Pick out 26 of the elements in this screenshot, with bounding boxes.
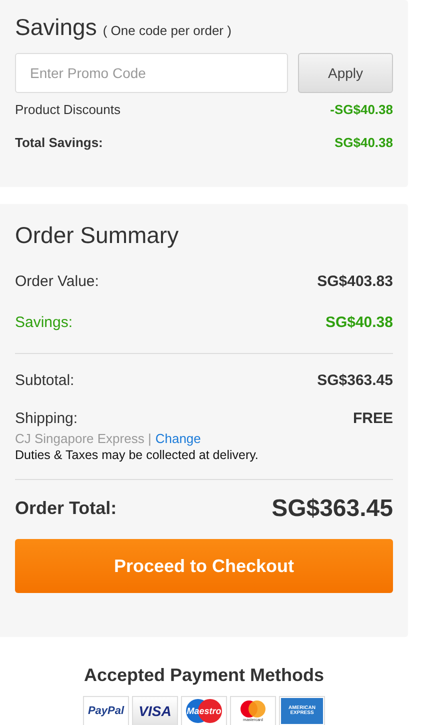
shipping-carrier: CJ Singapore Express |	[15, 431, 152, 446]
promo-code-field[interactable]: Enter Promo Code	[15, 53, 288, 93]
savings-amount: SG$40.38	[334, 135, 393, 150]
order-total-amount: SG$363.45	[272, 494, 393, 522]
shipping-amount: FREE	[352, 410, 393, 427]
visa-logo: VISA	[132, 696, 178, 725]
order-total-label: Order Total:	[15, 498, 117, 519]
paypal-logo: PayPal	[83, 696, 129, 725]
summary-label: Order Value:	[15, 273, 99, 290]
subtotal-label: Subtotal:	[15, 372, 74, 388]
duties-note: Duties & Taxes may be collected at delivery.	[15, 448, 260, 462]
checkout-button[interactable]: Proceed to Checkout	[15, 539, 393, 593]
savings-label: Total Savings:	[15, 135, 103, 150]
panel-title: Savings	[15, 14, 97, 41]
panel-title: Order Summary	[15, 222, 180, 249]
subtotal-amount: SG$363.45	[317, 372, 393, 388]
savings-label: Product Discounts	[15, 102, 120, 117]
summary-amount: SG$40.38	[325, 314, 393, 331]
summary-amount: SG$403.83	[317, 273, 393, 290]
summary-label: Savings:	[15, 314, 73, 331]
shipping-label: Shipping:	[15, 410, 78, 427]
payment-methods-title: Accepted Payment Methods	[84, 665, 324, 686]
apply-button[interactable]: Apply	[298, 53, 393, 93]
change-link[interactable]: Change	[155, 431, 201, 446]
promo-note: ( One code per order )	[102, 23, 232, 38]
savings-amount: -SG$40.38	[330, 102, 393, 117]
